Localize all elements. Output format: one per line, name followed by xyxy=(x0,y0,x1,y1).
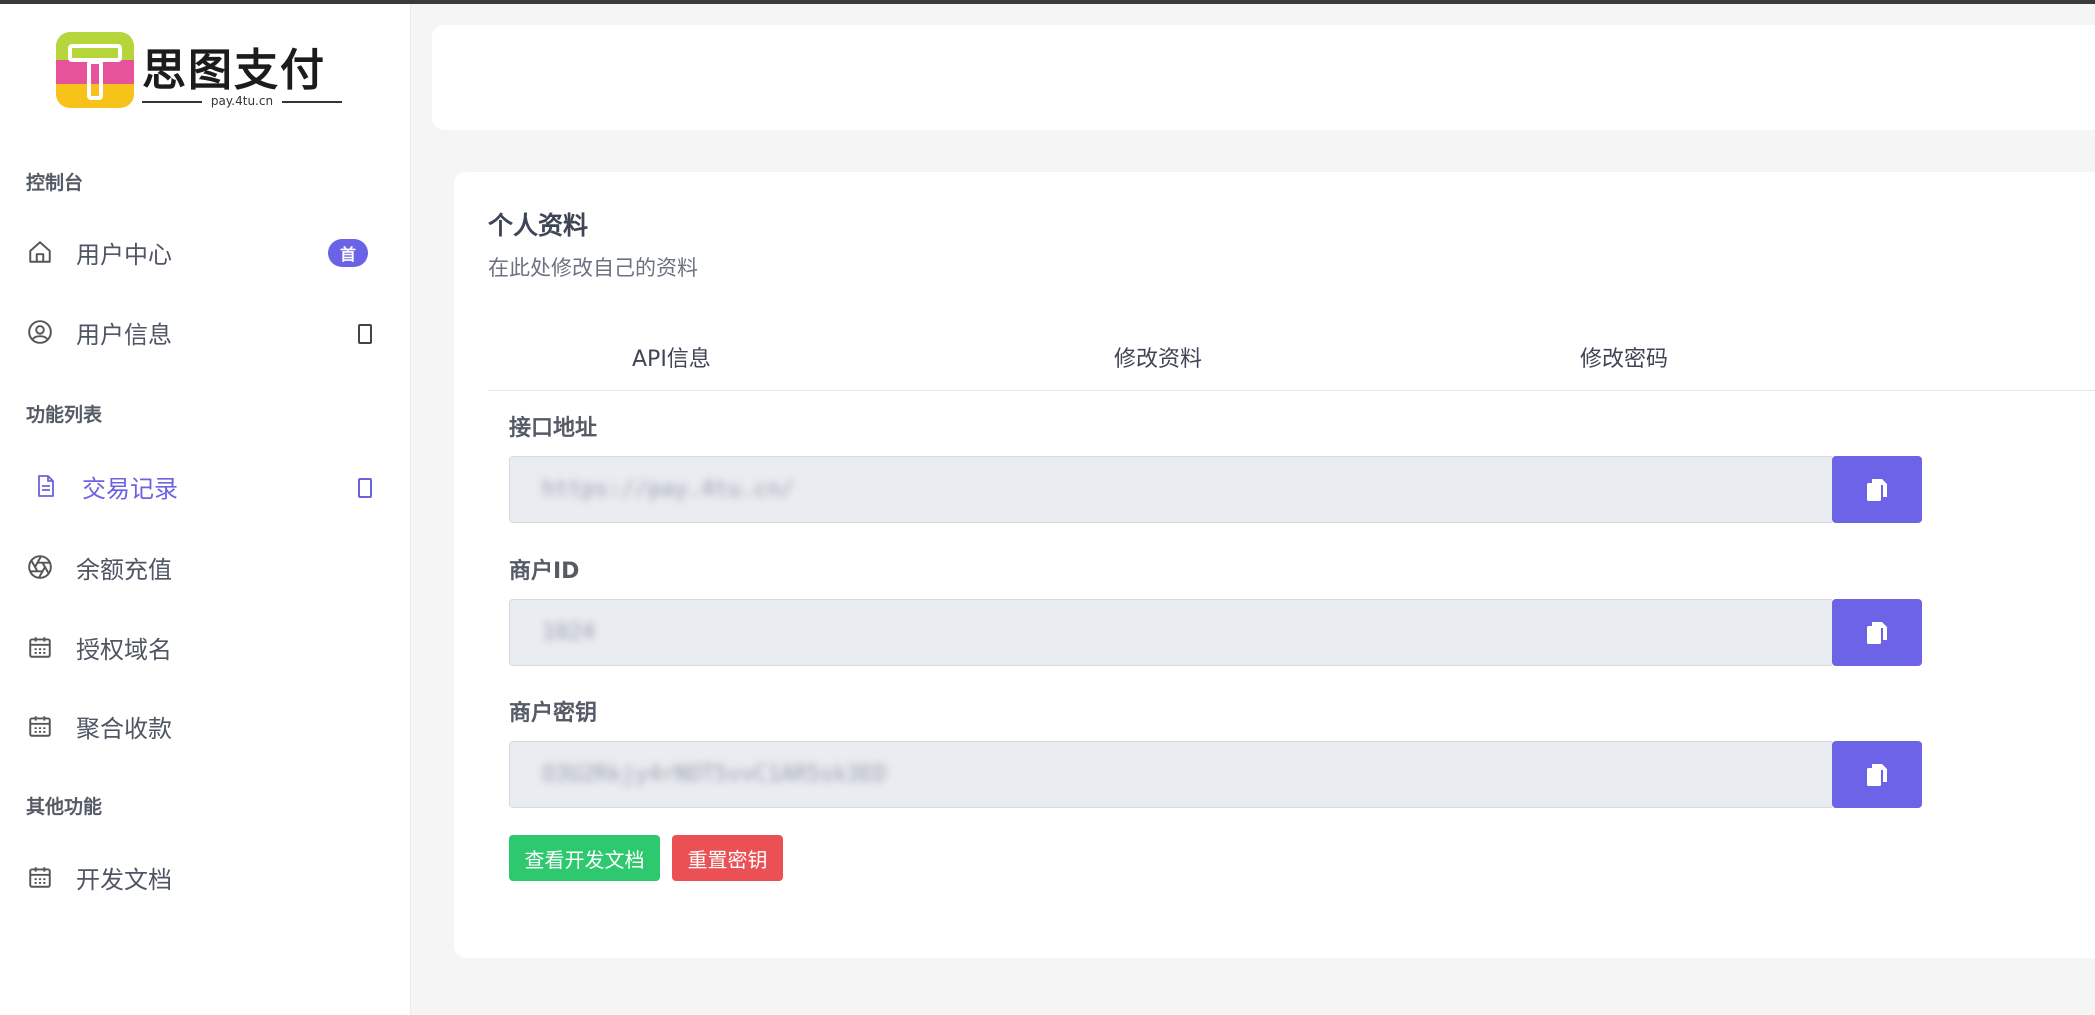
sidebar-item-user-center[interactable]: 用户中心 首 xyxy=(26,224,376,280)
document-icon xyxy=(32,472,60,500)
tab-api-info[interactable]: API信息 xyxy=(632,341,711,373)
calendar-icon xyxy=(26,712,54,740)
page-subtitle: 在此处修改自己的资料 xyxy=(488,256,698,280)
reset-key-button[interactable]: 重置密钥 xyxy=(672,835,783,881)
sidebar-item-label: 余额充值 xyxy=(76,555,172,584)
home-badge: 首 xyxy=(328,239,368,267)
sidebar-item-domains[interactable]: 授权域名 xyxy=(26,619,376,675)
expand-arrow-icon xyxy=(358,324,372,344)
sidebar-item-label: 授权域名 xyxy=(76,635,172,664)
sidebar-item-label: 开发文档 xyxy=(76,865,172,894)
sidebar-item-user-info[interactable]: 用户信息 xyxy=(26,304,376,360)
sidebar: 思图支付 pay.4tu.cn 控制台 用户中心 首 用户信息 功能列表 交易记… xyxy=(0,4,411,1015)
expand-arrow-icon xyxy=(358,478,372,498)
merchant-id-value: 1024 xyxy=(542,620,595,645)
sidebar-item-label: 用户中心 xyxy=(76,240,172,269)
sidebar-item-label: 用户信息 xyxy=(76,320,172,349)
api-url-field: https://pay.4tu.cn/ xyxy=(509,456,1922,523)
sidebar-item-recharge[interactable]: 余额充值 xyxy=(26,539,376,595)
header-card xyxy=(432,25,2095,130)
copy-merchant-id-button[interactable] xyxy=(1832,599,1922,666)
tab-change-password[interactable]: 修改密码 xyxy=(1580,341,1668,373)
api-url-input[interactable]: https://pay.4tu.cn/ xyxy=(509,456,1832,523)
logo-mark-icon xyxy=(56,32,134,108)
calendar-icon xyxy=(26,633,54,661)
merchant-key-input[interactable]: O3U2Rkjy4rNOT5vvC1AR5sk3ED xyxy=(509,741,1832,808)
copy-icon xyxy=(1867,763,1887,786)
merchant-key-label: 商户密钥 xyxy=(509,701,598,726)
api-url-label: 接口地址 xyxy=(509,416,598,441)
copy-icon xyxy=(1867,478,1887,501)
tab-edit-profile[interactable]: 修改资料 xyxy=(1114,341,1202,373)
aperture-icon xyxy=(26,553,54,581)
copy-merchant-key-button[interactable] xyxy=(1832,741,1922,808)
logo-text: 思图支付 xyxy=(142,45,326,96)
brand-logo[interactable]: 思图支付 pay.4tu.cn xyxy=(56,32,346,112)
nav-section-features: 功能列表 xyxy=(26,404,103,426)
sidebar-item-transactions[interactable]: 交易记录 xyxy=(32,458,382,514)
merchant-id-field: 1024 xyxy=(509,599,1922,666)
view-docs-button[interactable]: 查看开发文档 xyxy=(509,835,660,881)
sidebar-item-label: 交易记录 xyxy=(82,474,178,503)
merchant-id-label: 商户ID xyxy=(509,559,580,584)
profile-card: 个人资料 在此处修改自己的资料 API信息 修改资料 修改密码 接口地址 htt… xyxy=(454,172,2095,958)
nav-section-other: 其他功能 xyxy=(26,796,103,818)
sidebar-item-dev-docs[interactable]: 开发文档 xyxy=(26,849,376,905)
logo-subtitle: pay.4tu.cn xyxy=(142,94,342,108)
home-icon xyxy=(26,238,54,266)
sidebar-item-label: 聚合收款 xyxy=(76,714,172,743)
merchant-key-value: O3U2Rkjy4rNOT5vvC1AR5sk3ED xyxy=(542,762,887,787)
api-url-value: https://pay.4tu.cn/ xyxy=(542,477,794,502)
copy-icon xyxy=(1867,621,1887,644)
user-circle-icon xyxy=(26,318,54,346)
merchant-key-field: O3U2Rkjy4rNOT5vvC1AR5sk3ED xyxy=(509,741,1922,808)
sidebar-item-aggregate-payment[interactable]: 聚合收款 xyxy=(26,698,376,754)
merchant-id-input[interactable]: 1024 xyxy=(509,599,1832,666)
nav-section-console: 控制台 xyxy=(26,172,84,194)
page-title: 个人资料 xyxy=(488,211,589,240)
profile-tabs: API信息 修改资料 修改密码 xyxy=(488,327,2095,391)
copy-api-url-button[interactable] xyxy=(1832,456,1922,523)
calendar-icon xyxy=(26,863,54,891)
